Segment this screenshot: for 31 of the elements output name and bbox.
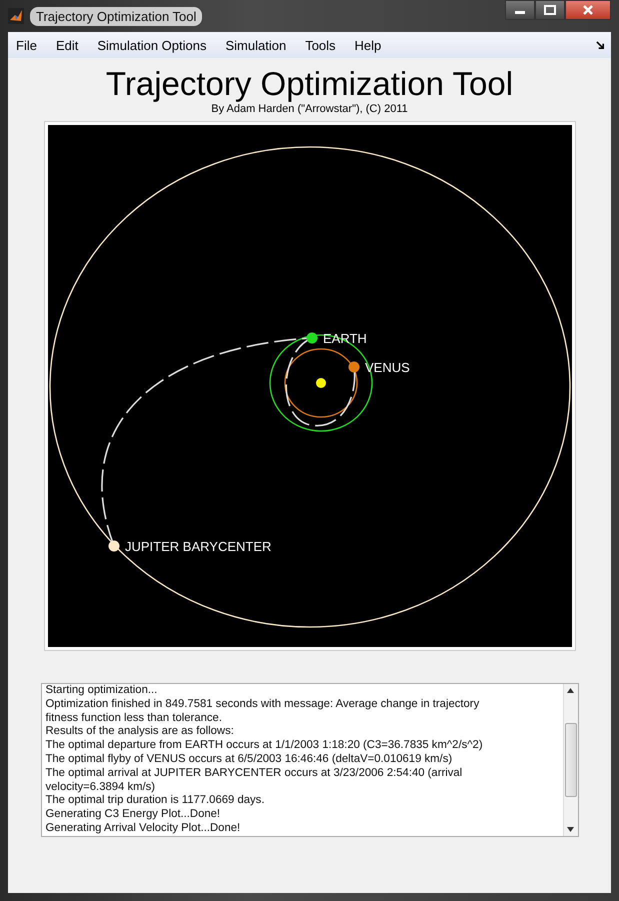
log-line: Starting optimization...: [46, 684, 158, 698]
log-line: The optimal departure from EARTH occurs at 1/1/2003 1:18:20 (C3=36.7835 km^2/s^2): [46, 739, 484, 753]
log-line: The optimal trip duration is 1177.0669 days.: [46, 794, 266, 808]
log-line: The optimal flyby of VENUS occurs at 6/5/2003 16:46:46 (deltaV=0.010619 km/s): [46, 752, 454, 767]
close-icon: [582, 5, 594, 15]
sun-dot: [316, 378, 326, 388]
maximize-button[interactable]: [535, 0, 565, 20]
menu-item[interactable]: Simulation: [225, 36, 294, 54]
close-button[interactable]: [565, 0, 611, 20]
menu-item[interactable]: File: [16, 36, 45, 54]
log-line: Generating Arrival Velocity Plot...Done!: [46, 822, 242, 836]
dock-arrow-icon[interactable]: [596, 40, 605, 50]
log-line: Results of the analysis are as follows:: [46, 725, 235, 740]
log-line: Generating C3 Energy Plot...Done!: [46, 808, 222, 822]
menu-item[interactable]: Help: [354, 36, 390, 54]
app-title: Trajectory Optimization Tool: [106, 65, 514, 103]
menu-item[interactable]: Simulation Options: [97, 36, 214, 54]
scroll-up-icon[interactable]: [567, 688, 574, 693]
scroll-down-icon[interactable]: [567, 827, 574, 832]
menu-item[interactable]: Edit: [56, 36, 86, 54]
log-line: Optimization finished in 849.7581 seconds with message: Average change in trajectory fitness function less than tolerance.: [46, 698, 480, 726]
maximize-icon: [544, 5, 556, 15]
scroll-bar[interactable]: [562, 684, 578, 836]
minimize-button[interactable]: [505, 0, 535, 20]
app-subtitle: By Adam Harden ("Arrowstar"), (C) 2011: [211, 103, 408, 116]
scroll-thumb[interactable]: [564, 723, 576, 797]
app-icon: [8, 8, 24, 24]
log-line: The optimal arrival at JUPITER BARYCENTER occurs at 3/23/2006 2:54:40 (arrival velocity=6.3894 km/s): [46, 766, 464, 794]
menu-item[interactable]: Tools: [305, 36, 344, 54]
planet-label: JUPITER BARYCENTER: [124, 539, 271, 554]
window-title: Trajectory Optimization Tool: [30, 6, 202, 26]
